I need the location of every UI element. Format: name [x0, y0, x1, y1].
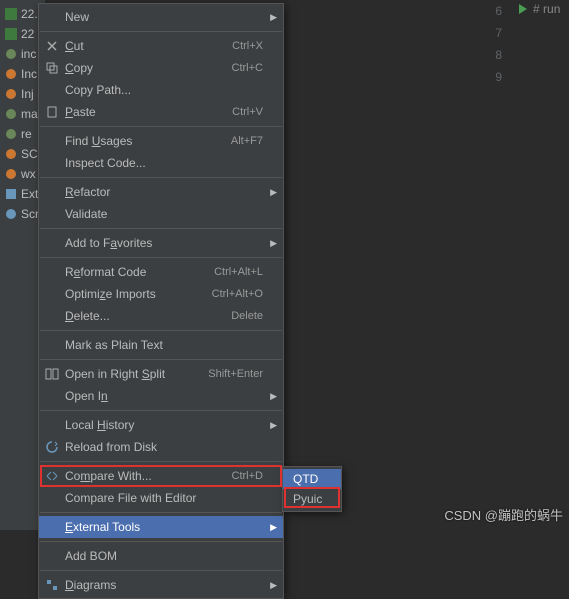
menu-mark-plain-text[interactable]: Mark as Plain Text [39, 334, 283, 356]
menu-reload-from-disk[interactable]: Reload from Disk [39, 436, 283, 458]
sidebar-item-label: 22 [21, 27, 34, 41]
library-icon [4, 187, 18, 201]
menu-add-favorites[interactable]: Add to Favorites▶ [39, 232, 283, 254]
menu-separator [40, 461, 282, 462]
menu-local-history[interactable]: Local History▶ [39, 414, 283, 436]
menu-open-in[interactable]: Open In▶ [39, 385, 283, 407]
menu-add-bom[interactable]: Add BOM [39, 545, 283, 567]
menu-refactor[interactable]: Refactor▶ [39, 181, 283, 203]
menu-cut[interactable]: CutCtrl+X [39, 35, 283, 57]
menu-compare-file-editor[interactable]: Compare File with Editor [39, 487, 283, 509]
menu-reformat-code[interactable]: Reformat CodeCtrl+Alt+L [39, 261, 283, 283]
py-file-icon [4, 127, 18, 141]
line-number: 9 [480, 66, 502, 88]
menu-separator [40, 512, 282, 513]
py-file-icon [4, 87, 18, 101]
chevron-right-icon: ▶ [270, 522, 277, 533]
menu-separator [40, 359, 282, 360]
scratch-icon [4, 207, 18, 221]
menu-separator [40, 31, 282, 32]
line-number: 6 [480, 0, 502, 22]
chevron-right-icon: ▶ [270, 187, 277, 198]
submenu-qtd[interactable]: QTD [283, 469, 341, 489]
py-file-icon [4, 107, 18, 121]
run-gutter-icon[interactable] [517, 3, 529, 15]
py-file-icon [4, 27, 18, 41]
menu-separator [40, 570, 282, 571]
ui-file-icon [4, 7, 18, 21]
line-number: 8 [480, 44, 502, 66]
context-menu: New▶ CutCtrl+X CopyCtrl+C Copy Path... P… [38, 3, 284, 599]
menu-copy[interactable]: CopyCtrl+C [39, 57, 283, 79]
chevron-right-icon: ▶ [270, 12, 277, 23]
clipboard-icon [45, 105, 59, 119]
sidebar-item-label: wx [21, 167, 36, 181]
sidebar-item-label: Inj [21, 87, 34, 101]
menu-separator [40, 410, 282, 411]
py-file-icon [4, 47, 18, 61]
menu-optimize-imports[interactable]: Optimize ImportsCtrl+Alt+O [39, 283, 283, 305]
line-number: 7 [480, 22, 502, 44]
chevron-right-icon: ▶ [270, 391, 277, 402]
sidebar-item-label: SC [21, 147, 38, 161]
sidebar-item-label: inc [21, 47, 36, 61]
watermark: CSDN @蹦跑的蜗牛 [444, 505, 563, 524]
menu-delete[interactable]: Delete...Delete [39, 305, 283, 327]
code-comment: # run [533, 2, 560, 17]
menu-copy-path[interactable]: Copy Path... [39, 79, 283, 101]
menu-new[interactable]: New▶ [39, 6, 283, 28]
menu-separator [40, 177, 282, 178]
menu-diagrams[interactable]: Diagrams▶ [39, 574, 283, 596]
py-file-icon [4, 147, 18, 161]
line-gutter: 6 7 8 9 [480, 0, 510, 88]
py-file-icon [4, 167, 18, 181]
copy-icon [45, 61, 59, 75]
menu-validate[interactable]: Validate [39, 203, 283, 225]
menu-inspect-code[interactable]: Inspect Code... [39, 152, 283, 174]
diagram-icon [45, 578, 59, 592]
scissors-icon [45, 39, 59, 53]
sidebar-item-label: re [21, 127, 32, 141]
split-icon [45, 367, 59, 381]
menu-external-tools[interactable]: External Tools▶ [39, 516, 283, 538]
menu-separator [40, 330, 282, 331]
external-tools-submenu: QTD Pyuic [282, 466, 342, 512]
chevron-right-icon: ▶ [270, 420, 277, 431]
menu-compare-with[interactable]: Compare With...Ctrl+D [39, 465, 283, 487]
menu-open-right-split[interactable]: Open in Right SplitShift+Enter [39, 363, 283, 385]
sidebar-item-label: ma [21, 107, 38, 121]
py-file-icon [4, 67, 18, 81]
menu-separator [40, 541, 282, 542]
menu-separator [40, 126, 282, 127]
chevron-right-icon: ▶ [270, 580, 277, 591]
submenu-pyuic[interactable]: Pyuic [283, 489, 341, 509]
menu-separator [40, 228, 282, 229]
menu-find-usages[interactable]: Find UsagesAlt+F7 [39, 130, 283, 152]
menu-separator [40, 257, 282, 258]
diff-icon [45, 469, 59, 483]
reload-icon [45, 440, 59, 454]
sidebar-item-label: Inc [21, 67, 37, 81]
menu-paste[interactable]: PasteCtrl+V [39, 101, 283, 123]
chevron-right-icon: ▶ [270, 238, 277, 249]
